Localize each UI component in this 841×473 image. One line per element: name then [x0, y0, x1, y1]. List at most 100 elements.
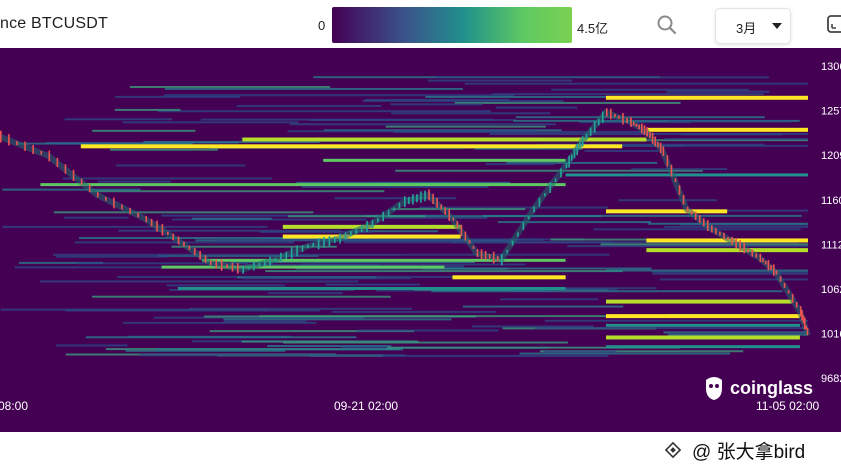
price-candle — [424, 190, 426, 202]
price-candle — [646, 127, 648, 137]
x-tick-label: 09-21 02:00 — [334, 399, 398, 413]
price-candle — [280, 252, 282, 263]
heat-texture-line — [431, 290, 783, 293]
liquidation-band — [646, 248, 808, 253]
liquidation-band — [606, 95, 808, 100]
price-candle — [472, 245, 475, 249]
heat-texture-line — [157, 110, 491, 113]
heat-texture-line — [544, 319, 808, 322]
price-candle — [739, 240, 741, 252]
price-candle — [565, 163, 568, 169]
price-candle — [177, 236, 180, 245]
price-candle — [121, 204, 123, 210]
heat-texture-line — [122, 121, 299, 124]
price-candle — [764, 260, 767, 265]
heat-texture-line — [155, 348, 404, 351]
price-candle — [759, 253, 762, 263]
heat-texture-line — [551, 88, 750, 91]
binance-square-icon — [664, 441, 682, 459]
price-candle — [253, 262, 255, 271]
heat-texture-line — [647, 222, 808, 225]
price-candle — [593, 120, 596, 133]
price-candle — [360, 225, 363, 233]
heat-texture-line — [192, 217, 272, 220]
price-candle — [554, 178, 557, 182]
price-candle — [129, 207, 131, 215]
price-candle — [145, 216, 148, 223]
price-candle — [137, 212, 139, 218]
price-candle — [333, 236, 336, 244]
heat-texture-line — [241, 340, 419, 343]
heat-texture-line — [515, 116, 765, 119]
price-candle — [707, 220, 709, 232]
price-candle — [654, 136, 657, 147]
price-candle — [511, 240, 514, 246]
screenshot-button[interactable] — [826, 14, 841, 36]
price-candle — [344, 232, 347, 240]
price-candle — [622, 113, 624, 125]
price-candle — [770, 265, 772, 271]
price-candle — [662, 146, 665, 156]
price-candle — [517, 232, 519, 237]
price-candle — [682, 194, 685, 205]
price-candle — [601, 111, 604, 123]
price-candle — [626, 117, 628, 124]
heat-texture-line — [543, 350, 617, 353]
heat-texture-line — [64, 118, 173, 121]
price-candle — [711, 225, 713, 233]
price-candle — [8, 134, 10, 146]
price-candle — [795, 302, 798, 308]
heat-texture-line — [129, 85, 331, 88]
price-candle — [538, 197, 541, 207]
heat-texture-line — [664, 137, 808, 140]
heat-texture-line — [2, 225, 268, 228]
heat-texture-line — [567, 245, 808, 248]
price-candle — [296, 245, 298, 257]
time-range-select[interactable]: 3月 — [715, 8, 791, 44]
liquidation-band — [202, 258, 566, 262]
heat-texture-line — [600, 243, 808, 246]
heat-texture-line — [53, 211, 314, 214]
price-candle — [204, 255, 207, 263]
heat-texture-line — [464, 82, 808, 85]
price-candle — [657, 142, 659, 148]
heat-texture-line — [289, 123, 556, 126]
heat-texture-line — [596, 144, 808, 147]
price-candle — [247, 266, 250, 270]
price-candle — [242, 265, 244, 274]
price-candle — [690, 210, 693, 215]
heat-texture-line — [164, 87, 463, 90]
price-candle — [237, 263, 239, 274]
liquidation-band — [80, 144, 623, 149]
price-candle — [317, 238, 320, 250]
heat-texture-line — [236, 104, 382, 107]
heat-texture-line — [618, 199, 717, 202]
heat-texture-line — [114, 108, 181, 111]
heat-texture-line — [267, 345, 392, 348]
search-button[interactable] — [655, 13, 679, 37]
price-candle — [398, 202, 401, 209]
heat-texture-line — [301, 185, 489, 188]
price-candle — [670, 164, 673, 177]
y-tick-label: 1209 — [821, 150, 841, 162]
price-candle — [269, 256, 271, 267]
price-candle — [723, 232, 725, 240]
price-candle — [382, 211, 385, 222]
price-candle — [779, 276, 782, 282]
price-candle — [40, 151, 42, 155]
price-candle — [432, 193, 434, 205]
time-range-value: 3月 — [736, 21, 757, 36]
heat-texture-line — [593, 228, 801, 231]
price-candle — [456, 221, 459, 229]
heat-texture-line — [56, 344, 128, 347]
heat-texture-line — [115, 164, 246, 167]
price-candle — [506, 249, 508, 254]
heat-texture-line — [427, 79, 573, 82]
price-candle — [544, 193, 546, 197]
heat-texture-line — [659, 278, 808, 281]
heat-texture-line — [85, 336, 357, 339]
liquidation-band — [606, 314, 800, 319]
price-candle — [666, 155, 669, 167]
price-candle — [694, 211, 697, 220]
price-candle — [440, 204, 442, 210]
